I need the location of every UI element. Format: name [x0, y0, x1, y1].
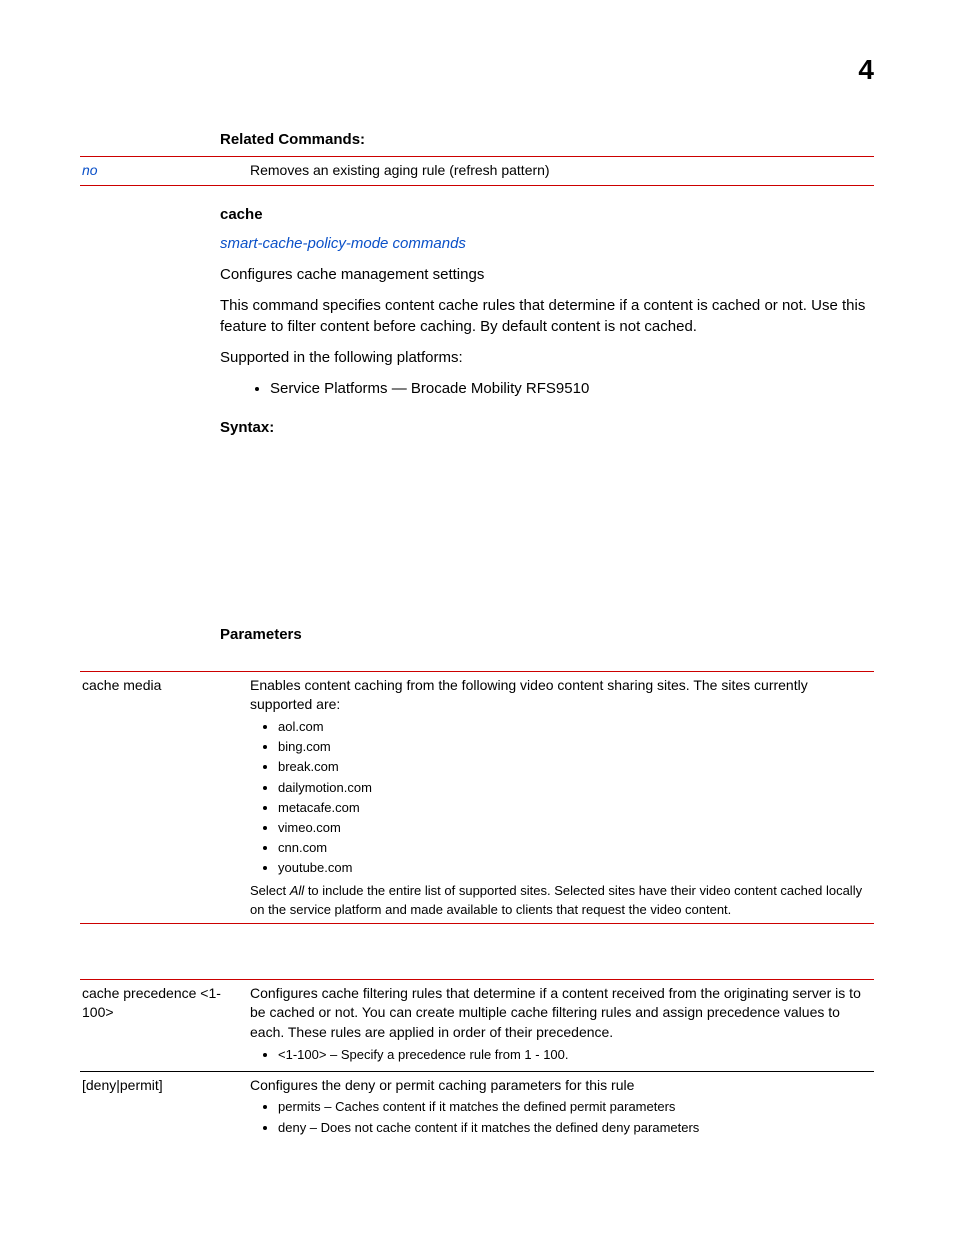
param-text: Configures the deny or permit caching pa… [250, 1076, 870, 1096]
table-row: no Removes an existing aging rule (refre… [80, 157, 874, 185]
related-commands-heading: Related Commands: [220, 129, 874, 150]
list-item: metacafe.com [278, 798, 870, 818]
param-val: Configures the deny or permit caching pa… [250, 1076, 874, 1140]
site-list: aol.com bing.com break.com dailymotion.c… [250, 717, 870, 879]
param-key: cache media [80, 676, 250, 919]
param-text: Configures cache filtering rules that de… [250, 984, 870, 1043]
smart-cache-link[interactable]: smart-cache-policy-mode commands [220, 233, 874, 254]
list-item: aol.com [278, 717, 870, 737]
param-note: Select All to include the entire list of… [250, 882, 870, 918]
list-item: break.com [278, 757, 870, 777]
related-commands-table: no Removes an existing aging rule (refre… [80, 156, 874, 186]
list-item: <1-100> – Specify a precedence rule from… [278, 1045, 870, 1065]
list-item: cnn.com [278, 838, 870, 858]
no-description: Removes an existing aging rule (refresh … [250, 161, 874, 181]
list-item: Service Platforms — Brocade Mobility RFS… [270, 378, 874, 399]
table-row: [deny|permit] Configures the deny or per… [80, 1072, 874, 1144]
list-item: deny – Does not cache content if it matc… [278, 1118, 870, 1138]
list-item: dailymotion.com [278, 778, 870, 798]
cache-p1: Configures cache management settings [220, 264, 874, 285]
cache-p3: Supported in the following platforms: [220, 347, 874, 368]
list-item: youtube.com [278, 858, 870, 878]
parameters-table-2: cache precedence <1-100> Configures cach… [80, 979, 874, 1144]
param-val: Configures cache filtering rules that de… [250, 984, 874, 1067]
page-number: 4 [80, 50, 874, 89]
param-bullets: permits – Caches content if it matches t… [250, 1097, 870, 1137]
table-row: cache precedence <1-100> Configures cach… [80, 980, 874, 1071]
param-intro: Enables content caching from the followi… [250, 676, 870, 715]
platform-list: Service Platforms — Brocade Mobility RFS… [220, 378, 874, 399]
list-item: permits – Caches content if it matches t… [278, 1097, 870, 1117]
param-key: [deny|permit] [80, 1076, 250, 1140]
list-item: vimeo.com [278, 818, 870, 838]
cache-p2: This command specifies content cache rul… [220, 295, 874, 337]
parameters-table-1: cache media Enables content caching from… [80, 671, 874, 924]
no-link[interactable]: no [80, 161, 250, 181]
list-item: bing.com [278, 737, 870, 757]
param-key: cache precedence <1-100> [80, 984, 250, 1067]
syntax-heading: Syntax: [220, 417, 874, 438]
parameters-heading: Parameters [220, 624, 874, 645]
cache-heading: cache [220, 204, 874, 225]
param-val: Enables content caching from the followi… [250, 676, 874, 919]
table-row: cache media Enables content caching from… [80, 672, 874, 923]
param-bullets: <1-100> – Specify a precedence rule from… [250, 1045, 870, 1065]
